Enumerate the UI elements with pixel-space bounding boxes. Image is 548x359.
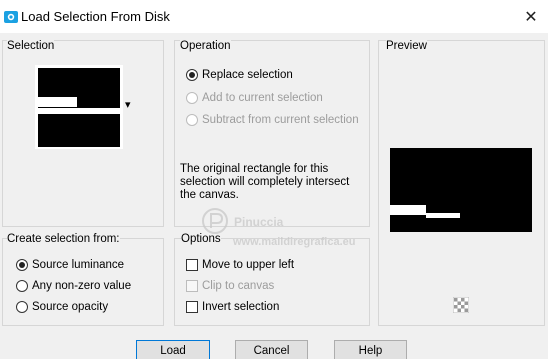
radio-indicator — [186, 92, 198, 104]
invert-selection-checkbox[interactable]: Invert selection — [186, 301, 279, 313]
watermark-logo — [202, 208, 228, 234]
clip-to-canvas-checkbox: Clip to canvas — [186, 280, 274, 292]
subtract-selection-radio: Subtract from current selection — [186, 114, 359, 126]
selection-thumbnail[interactable] — [35, 65, 123, 149]
app-icon — [4, 11, 18, 23]
preview-group-label: Preview — [386, 40, 427, 52]
source-luminance-label: Source luminance — [32, 259, 125, 271]
watermark-name: Pinuccia — [234, 215, 284, 229]
cancel-button[interactable]: Cancel — [235, 340, 308, 359]
move-upper-left-label: Move to upper left — [202, 259, 295, 271]
close-button[interactable]: ✕ — [514, 0, 548, 33]
checkbox-indicator — [186, 301, 198, 313]
watermark-url: www.maildiregrafica.eu — [233, 236, 356, 248]
replace-selection-label: Replace selection — [202, 69, 293, 81]
load-button[interactable]: Load — [136, 340, 210, 359]
selection-dropdown-icon[interactable]: ▾ — [125, 98, 131, 111]
radio-indicator — [16, 280, 28, 292]
create-selection-group-label: Create selection from: — [7, 233, 120, 245]
load-button-label: Load — [160, 345, 186, 357]
replace-selection-radio[interactable]: Replace selection — [186, 69, 293, 81]
help-button[interactable]: Help — [334, 340, 407, 359]
radio-indicator — [16, 259, 28, 271]
preview-image — [390, 148, 532, 232]
subtract-selection-label: Subtract from current selection — [202, 114, 359, 126]
checkerboard-icon[interactable] — [453, 297, 469, 313]
checkbox-indicator — [186, 259, 198, 271]
invert-selection-label: Invert selection — [202, 301, 280, 313]
any-nonzero-label: Any non-zero value — [32, 280, 132, 292]
add-to-selection-label: Add to current selection — [202, 92, 323, 104]
title-bar: Load Selection From Disk ✕ — [0, 0, 548, 33]
operation-description: The original rectangle for this selectio… — [180, 163, 350, 201]
radio-indicator — [186, 114, 198, 126]
cancel-button-label: Cancel — [253, 345, 290, 357]
source-opacity-label: Source opacity — [32, 301, 109, 313]
add-to-selection-radio: Add to current selection — [186, 92, 323, 104]
help-button-label: Help — [358, 345, 383, 357]
source-luminance-radio[interactable]: Source luminance — [16, 259, 124, 271]
window-title: Load Selection From Disk — [21, 9, 170, 24]
close-icon: ✕ — [524, 8, 538, 26]
any-nonzero-radio[interactable]: Any non-zero value — [16, 280, 131, 292]
selection-group-label: Selection — [7, 40, 55, 52]
source-opacity-radio[interactable]: Source opacity — [16, 301, 108, 313]
move-upper-left-checkbox[interactable]: Move to upper left — [186, 259, 294, 271]
operation-group-label: Operation — [180, 40, 231, 52]
clip-to-canvas-label: Clip to canvas — [202, 280, 275, 292]
checkbox-indicator — [186, 280, 198, 292]
radio-indicator — [16, 301, 28, 313]
radio-indicator — [186, 69, 198, 81]
